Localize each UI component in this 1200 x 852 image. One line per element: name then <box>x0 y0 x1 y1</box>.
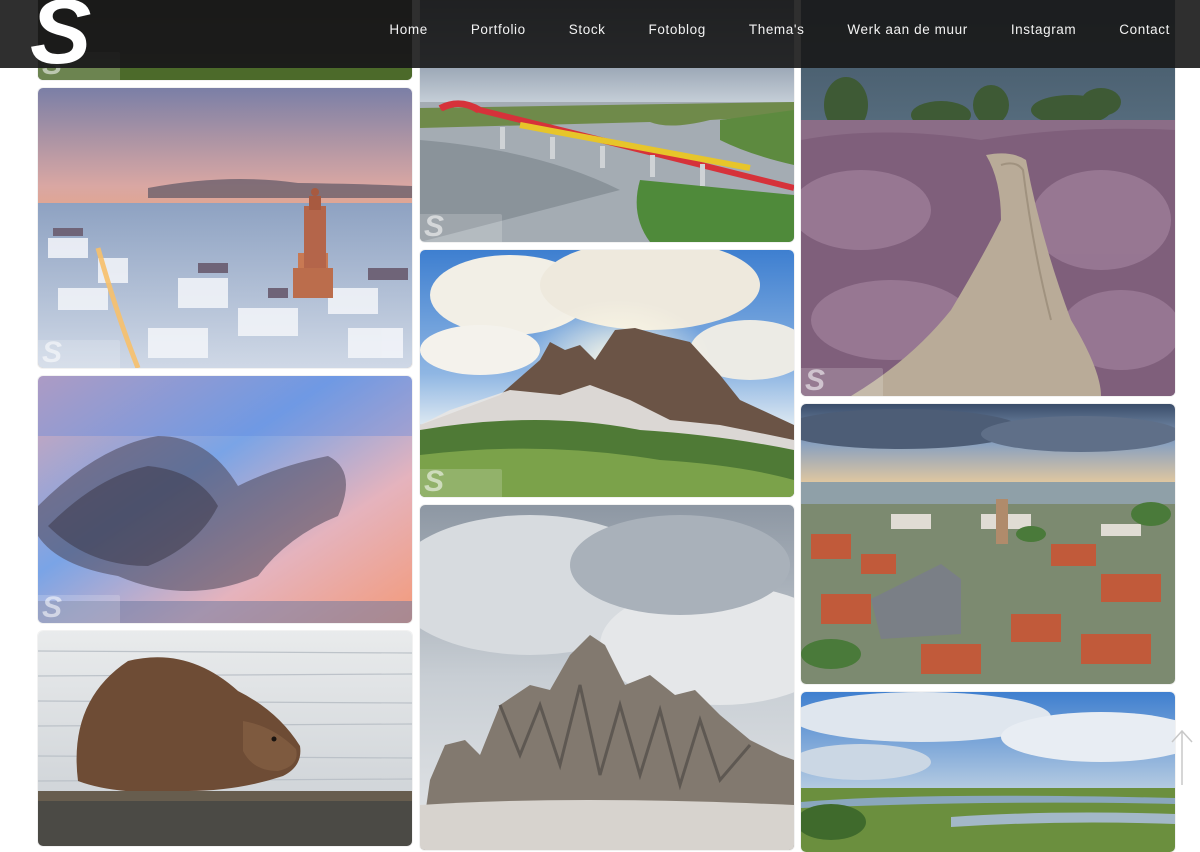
nav-fotoblog[interactable]: Fotoblog <box>627 22 727 37</box>
photo-starling-murmuration[interactable]: S <box>38 376 412 623</box>
photo-river-landscape[interactable] <box>801 692 1175 852</box>
nav-instagram[interactable]: Instagram <box>989 22 1097 37</box>
nav-themas[interactable]: Thema's <box>727 22 826 37</box>
site-logo[interactable]: S <box>30 0 91 78</box>
nav-home[interactable]: Home <box>368 22 449 37</box>
scroll-to-top-button[interactable] <box>1170 728 1194 788</box>
nav-portfolio[interactable]: Portfolio <box>449 22 547 37</box>
photo-city-sunset-tower[interactable]: S <box>38 88 412 368</box>
nav-stock[interactable]: Stock <box>547 22 627 37</box>
nav-contact[interactable]: Contact <box>1098 22 1200 37</box>
photo-cloudy-mountain[interactable] <box>420 505 794 850</box>
photo-dolomites-sunburst[interactable]: S <box>420 250 794 497</box>
photo-beaver[interactable] <box>38 631 412 846</box>
watermark: S <box>801 366 883 396</box>
main-nav: Home Portfolio Stock Fotoblog Thema's We… <box>368 0 1200 58</box>
photo-aerial-old-town[interactable] <box>801 404 1175 684</box>
nav-werk-aan-de-muur[interactable]: Werk aan de muur <box>826 22 989 37</box>
arrow-up-icon <box>1171 729 1193 785</box>
site-header: S Home Portfolio Stock Fotoblog Thema's … <box>0 0 1200 78</box>
watermark: S <box>38 593 120 623</box>
watermark: S <box>420 467 502 497</box>
watermark: S <box>420 212 502 242</box>
watermark: S <box>38 338 120 368</box>
